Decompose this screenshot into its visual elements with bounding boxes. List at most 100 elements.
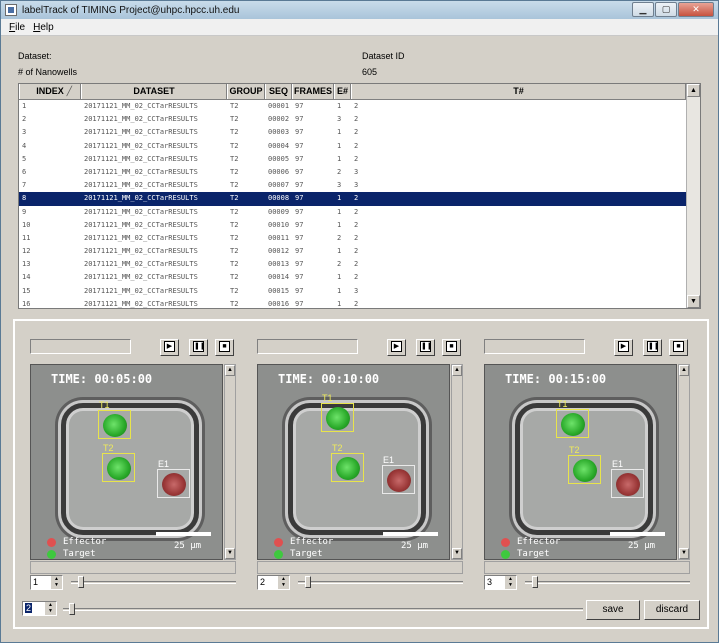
- pause-button[interactable]: ❚❚: [189, 339, 208, 356]
- menu-help[interactable]: Help: [33, 22, 54, 33]
- target-cell-box[interactable]: T2: [331, 443, 364, 482]
- global-slider-thumb[interactable]: [69, 603, 75, 615]
- column-header-dataset[interactable]: DATASET: [81, 84, 227, 99]
- column-header-index[interactable]: INDEX: [19, 84, 81, 99]
- image-horizontal-scrollbar[interactable]: [257, 561, 463, 574]
- stop-button[interactable]: ■: [442, 339, 461, 356]
- menu-file[interactable]: File: [9, 22, 25, 33]
- pause-button[interactable]: ❚❚: [416, 339, 435, 356]
- column-header-e[interactable]: E#: [334, 84, 351, 99]
- scroll-down-button[interactable]: ▼: [225, 548, 235, 559]
- effector-cell-box[interactable]: E1: [611, 459, 644, 498]
- frame-slider-thumb[interactable]: [532, 576, 538, 588]
- table-row[interactable]: 1 20171121_MM_02_CCTarRESULTS T2 00001 97 1 2: [19, 100, 700, 113]
- frame-spinner-arrows[interactable]: ▲ ▼: [51, 576, 62, 589]
- legend-target: Target: [274, 549, 323, 559]
- effector-cell-box[interactable]: E1: [157, 459, 190, 498]
- minimize-button[interactable]: ▁: [632, 2, 654, 17]
- scroll-up-button[interactable]: ▲: [687, 84, 700, 97]
- close-button[interactable]: ✕: [678, 2, 714, 17]
- target-cell-box[interactable]: T1: [98, 400, 131, 439]
- column-header-t[interactable]: T#: [351, 84, 686, 99]
- microscopy-image: TIME: 00:15:00 T1 T2 E1 Effector Target …: [484, 364, 677, 560]
- column-header-group[interactable]: GROUP: [227, 84, 265, 99]
- stop-button[interactable]: ■: [669, 339, 688, 356]
- table-row[interactable]: 16 20171121_MM_02_CCTarRESULTS T2 00016 97 1 2: [19, 298, 700, 308]
- cell-dataset: 20171121_MM_02_CCTarRESULTS: [84, 141, 198, 150]
- cell-group: T2: [230, 260, 239, 269]
- target-cell-box[interactable]: T1: [556, 399, 589, 438]
- frame-slider-track[interactable]: [525, 581, 690, 584]
- cell-t: 2: [354, 141, 359, 150]
- save-button[interactable]: save: [586, 600, 640, 620]
- cell-dataset: 20171121_MM_02_CCTarRESULTS: [84, 154, 198, 163]
- frame-slider-track[interactable]: [298, 581, 463, 584]
- table-row[interactable]: 14 20171121_MM_02_CCTarRESULTS T2 00014 97 1 2: [19, 271, 700, 284]
- table-row[interactable]: 3 20171121_MM_02_CCTarRESULTS T2 00003 97 1 2: [19, 126, 700, 139]
- scroll-down-button[interactable]: ▼: [687, 295, 700, 308]
- table-row[interactable]: 13 20171121_MM_02_CCTarRESULTS T2 00013 97 2 2: [19, 258, 700, 271]
- play-button[interactable]: ▶: [387, 339, 406, 356]
- frame-spinner[interactable]: 2 ▲ ▼: [257, 575, 290, 590]
- cell-blob: [616, 473, 640, 496]
- cell-t: 2: [354, 207, 359, 216]
- effector-cell-box[interactable]: E1: [382, 455, 415, 494]
- dataset-table: INDEX DATASET GROUP SEQ FRAMES E# T# 120…: [18, 83, 701, 309]
- legend-effector-label: Effector: [63, 537, 107, 547]
- image-vertical-scrollbar[interactable]: ▲ ▼: [224, 364, 236, 560]
- frame-spinner[interactable]: 1 ▲ ▼: [30, 575, 63, 590]
- play-button[interactable]: ▶: [614, 339, 633, 356]
- pane-info-field[interactable]: [484, 339, 585, 354]
- frame-spinner-arrows[interactable]: ▲ ▼: [278, 576, 289, 589]
- table-row[interactable]: 15 20171121_MM_02_CCTarRESULTS T2 00015 97 1 3: [19, 285, 700, 298]
- scroll-down-button[interactable]: ▼: [679, 548, 689, 559]
- maximize-button[interactable]: ▢: [655, 2, 677, 17]
- frame-spinner[interactable]: 3 ▲ ▼: [484, 575, 517, 590]
- step-spinner[interactable]: 2 ▲ ▼: [22, 601, 57, 616]
- pause-button[interactable]: ❚❚: [643, 339, 662, 356]
- pane-info-field[interactable]: [30, 339, 131, 354]
- cell-group: T2: [230, 128, 239, 137]
- table-row[interactable]: 11 20171121_MM_02_CCTarRESULTS T2 00011 97 2 2: [19, 232, 700, 245]
- play-button[interactable]: ▶: [160, 339, 179, 356]
- column-header-seq[interactable]: SEQ: [265, 84, 292, 99]
- cell-dataset: 20171121_MM_02_CCTarRESULTS: [84, 207, 198, 216]
- image-horizontal-scrollbar[interactable]: [30, 561, 236, 574]
- table-row[interactable]: 10 20171121_MM_02_CCTarRESULTS T2 00010 97 1 2: [19, 219, 700, 232]
- table-row[interactable]: 5 20171121_MM_02_CCTarRESULTS T2 00005 97 1 2: [19, 153, 700, 166]
- target-cell-box[interactable]: T1: [321, 393, 354, 432]
- step-spinner-arrows[interactable]: ▲ ▼: [45, 602, 56, 615]
- stop-icon: ■: [446, 341, 457, 353]
- table-row[interactable]: 12 20171121_MM_02_CCTarRESULTS T2 00012 97 1 2: [19, 245, 700, 258]
- stop-button[interactable]: ■: [215, 339, 234, 356]
- table-row[interactable]: 8 20171121_MM_02_CCTarRESULTS T2 00008 97 1 2: [19, 192, 700, 206]
- cell-dataset: 20171121_MM_02_CCTarRESULTS: [84, 247, 198, 256]
- image-vertical-scrollbar[interactable]: ▲ ▼: [678, 364, 690, 560]
- column-header-frames[interactable]: FRAMES: [292, 84, 334, 99]
- table-scrollbar[interactable]: ▲ ▼: [686, 84, 700, 308]
- cell-index: 10: [22, 220, 31, 229]
- frame-slider-thumb[interactable]: [305, 576, 311, 588]
- pane-info-field[interactable]: [257, 339, 358, 354]
- image-vertical-scrollbar[interactable]: ▲ ▼: [451, 364, 463, 560]
- scroll-up-button[interactable]: ▲: [225, 365, 235, 376]
- image-horizontal-scrollbar[interactable]: [484, 561, 690, 574]
- scroll-up-button[interactable]: ▲: [679, 365, 689, 376]
- frame-spinner-arrows[interactable]: ▲ ▼: [505, 576, 516, 589]
- table-row[interactable]: 7 20171121_MM_02_CCTarRESULTS T2 00007 97 3 3: [19, 179, 700, 192]
- target-cell-box[interactable]: T2: [568, 445, 601, 484]
- target-cell-box[interactable]: T2: [102, 443, 135, 482]
- table-row[interactable]: 6 20171121_MM_02_CCTarRESULTS T2 00006 97 2 3: [19, 166, 700, 179]
- table-row[interactable]: 4 20171121_MM_02_CCTarRESULTS T2 00004 97 1 2: [19, 140, 700, 153]
- frame-slider-track[interactable]: [71, 581, 236, 584]
- frame-slider-thumb[interactable]: [78, 576, 84, 588]
- scroll-up-button[interactable]: ▲: [452, 365, 462, 376]
- table-row[interactable]: 2 20171121_MM_02_CCTarRESULTS T2 00002 97 3 2: [19, 113, 700, 126]
- table-row[interactable]: 9 20171121_MM_02_CCTarRESULTS T2 00009 97 1 2: [19, 206, 700, 219]
- global-slider-track[interactable]: [63, 608, 583, 611]
- frame-value: 3: [487, 577, 493, 587]
- cell-e: 1: [337, 194, 342, 203]
- cell-dataset: 20171121_MM_02_CCTarRESULTS: [84, 128, 198, 137]
- discard-button[interactable]: discard: [644, 600, 700, 620]
- scroll-down-button[interactable]: ▼: [452, 548, 462, 559]
